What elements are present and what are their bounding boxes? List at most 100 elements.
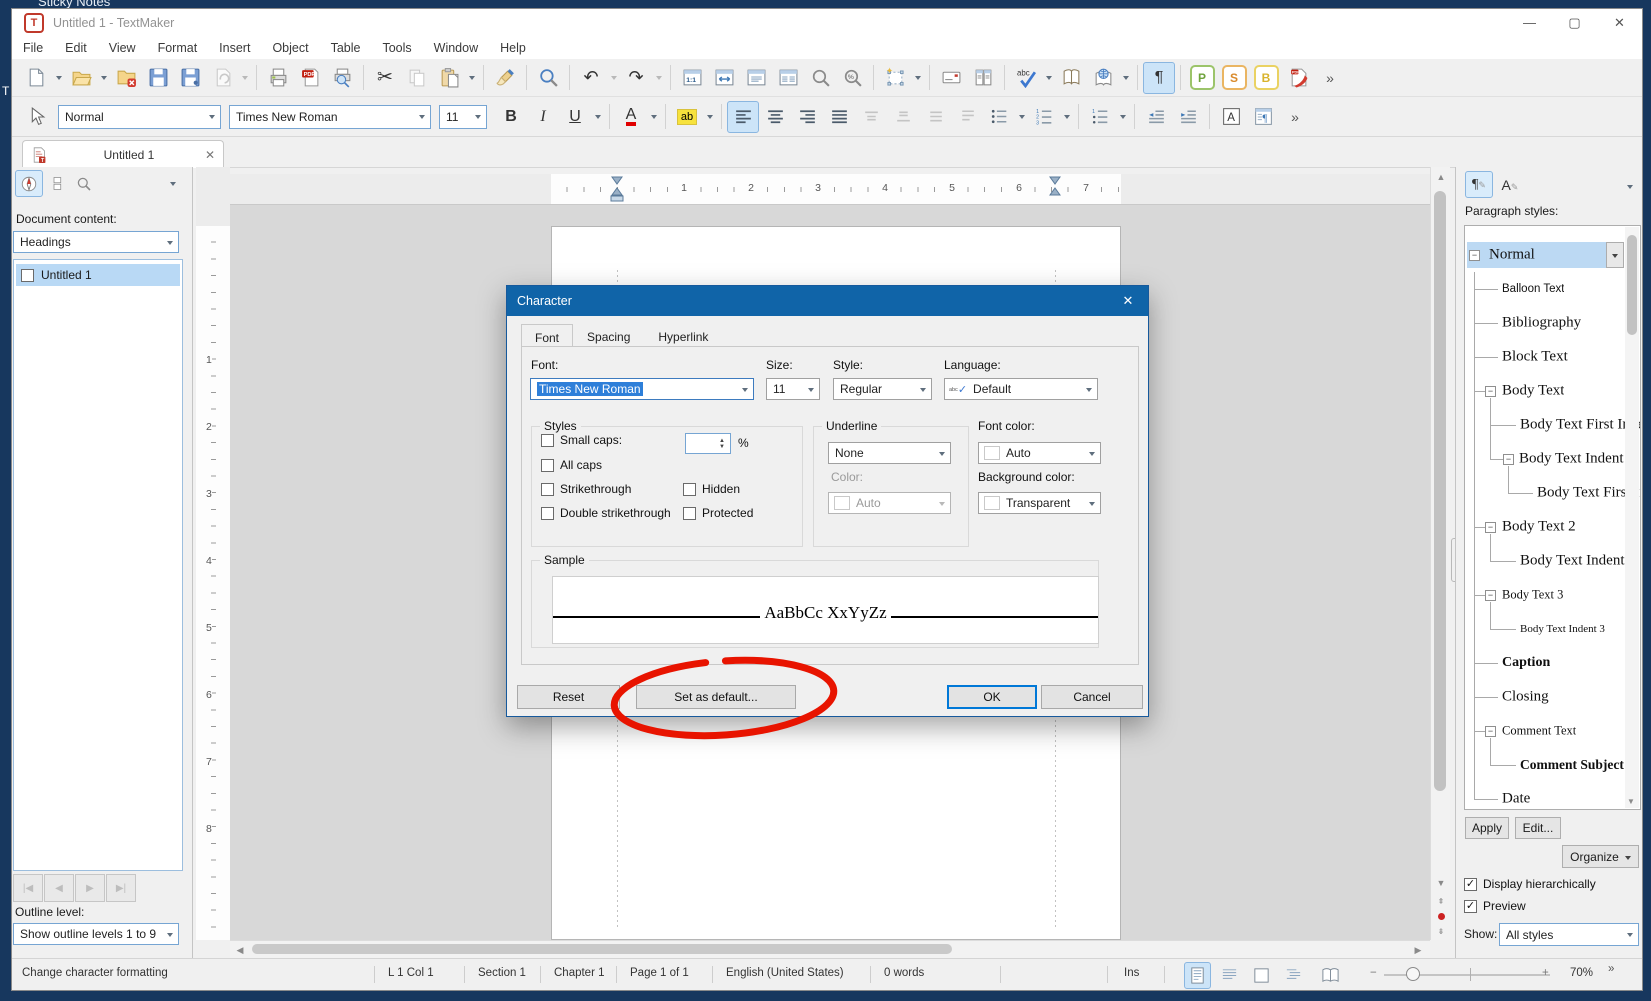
style-item[interactable]: Comment Text — [1502, 724, 1576, 739]
show-styles-combo[interactable]: All styles — [1499, 923, 1639, 946]
style-item[interactable]: Body Text Indent 3 — [1520, 623, 1605, 635]
menu-file[interactable]: File — [12, 41, 54, 55]
research-icon[interactable] — [1087, 62, 1119, 94]
hidden-row[interactable]: Hidden — [683, 482, 740, 496]
status-language[interactable]: English (United States) — [726, 967, 844, 979]
new-document-dropdown[interactable] — [52, 63, 65, 93]
style-item[interactable]: Body Text First Indent — [1520, 417, 1641, 434]
all-caps-checkbox[interactable] — [541, 459, 554, 472]
outline-list-icon[interactable]: 1 — [1084, 101, 1116, 133]
close-document-icon[interactable] — [110, 62, 142, 94]
status-page[interactable]: Page 1 of 1 — [630, 967, 689, 979]
research-dropdown[interactable] — [1119, 63, 1132, 93]
decrease-indent-icon[interactable] — [1140, 101, 1172, 133]
language-field[interactable]: ᵃᵇᶜ✓ Default — [944, 378, 1098, 400]
thesaurus-icon[interactable] — [1055, 62, 1087, 94]
multipage-view-icon[interactable] — [772, 62, 804, 94]
tree-scroll-thumb[interactable] — [1627, 235, 1637, 335]
protected-row[interactable]: Protected — [683, 506, 753, 520]
titlebar[interactable]: T Untitled 1 - TextMaker — ▢ ✕ — [12, 9, 1642, 36]
close-button[interactable]: ✕ — [1597, 9, 1642, 36]
ok-button[interactable]: OK — [947, 685, 1037, 709]
print-preview-icon[interactable] — [326, 62, 358, 94]
status-word-count[interactable]: 0 words — [884, 967, 924, 979]
style-item-normal[interactable]: Normal — [1489, 247, 1535, 264]
numbered-list-dropdown[interactable] — [1060, 102, 1073, 132]
style-item[interactable]: Body Text Indent — [1519, 451, 1624, 468]
formatting-marks-icon[interactable]: ¶ — [1143, 62, 1175, 94]
format-paintbrush-icon[interactable] — [489, 62, 521, 94]
statusbar-overflow-icon[interactable]: » — [1608, 963, 1614, 975]
menu-view[interactable]: View — [98, 41, 147, 55]
previous-heading-button[interactable]: ◀ — [44, 874, 74, 902]
menu-edit[interactable]: Edit — [54, 41, 98, 55]
outline-level-combo[interactable]: Show outline levels 1 to 9 — [13, 923, 179, 945]
expander-icon[interactable]: − — [1469, 250, 1480, 261]
menu-insert[interactable]: Insert — [208, 41, 261, 55]
proofing-p-icon[interactable]: P — [1186, 62, 1218, 94]
sidebar-search-icon[interactable] — [70, 170, 98, 197]
fullscreen-view-icon[interactable] — [1248, 962, 1275, 989]
open-document-dropdown[interactable] — [97, 63, 110, 93]
underline-dropdown[interactable] — [591, 102, 604, 132]
underline-style-field[interactable]: None — [828, 442, 951, 464]
size-field[interactable]: 11 — [766, 378, 820, 400]
hidden-checkbox[interactable] — [683, 483, 696, 496]
print-pdf-icon[interactable]: PDF — [294, 62, 326, 94]
menu-table[interactable]: Table — [320, 41, 372, 55]
highlight-icon[interactable]: ab — [671, 101, 703, 133]
display-hierarchically-checkbox[interactable]: ✓ — [1464, 878, 1477, 891]
redo-dropdown[interactable] — [652, 63, 665, 93]
bullet-list-icon[interactable] — [983, 101, 1015, 133]
previous-object-icon[interactable]: ⇞ — [1431, 893, 1451, 909]
set-as-default-button[interactable]: Set as default... — [636, 685, 796, 709]
character-dialog-icon[interactable]: A — [1215, 101, 1247, 133]
highlight-dropdown[interactable] — [703, 102, 716, 132]
small-caps-checkbox[interactable] — [541, 434, 554, 447]
content-list-item[interactable]: Untitled 1 — [16, 264, 180, 286]
scroll-right-icon[interactable]: ▶ — [1408, 944, 1428, 956]
zoom-out-icon[interactable]: − — [1370, 967, 1377, 979]
left-indent-marker[interactable] — [610, 176, 624, 202]
selected-style-dropdown[interactable] — [1606, 242, 1624, 268]
scroll-left-icon[interactable]: ◀ — [230, 944, 250, 956]
find-icon[interactable] — [532, 62, 564, 94]
style-item[interactable]: Balloon Text — [1502, 283, 1564, 295]
zoom-level-icon[interactable]: % — [836, 62, 868, 94]
last-heading-button[interactable]: ▶| — [106, 874, 136, 902]
font-color-field[interactable]: Auto — [978, 442, 1101, 464]
browse-object-icon[interactable] — [1431, 908, 1451, 924]
font-color-icon[interactable]: A — [615, 101, 647, 133]
sidebar-panel-dropdown[interactable] — [166, 168, 179, 198]
save-all-icon[interactable] — [174, 62, 206, 94]
proofing-s-icon[interactable]: S — [1218, 62, 1250, 94]
style-item[interactable]: Caption — [1502, 655, 1550, 671]
numbered-list-icon[interactable]: 123 — [1028, 101, 1060, 133]
next-object-icon[interactable]: ⇟ — [1431, 923, 1451, 939]
zoom-percentage[interactable]: 70% — [1570, 967, 1593, 979]
zoom-slider-thumb[interactable] — [1406, 967, 1420, 981]
font-name-combo[interactable]: Times New Roman — [229, 105, 431, 129]
outline-view-icon[interactable] — [1280, 962, 1307, 989]
mail-merge-icon[interactable] — [967, 62, 999, 94]
preview-checkbox[interactable]: ✓ — [1464, 900, 1477, 913]
display-hierarchically-row[interactable]: ✓Display hierarchically — [1464, 877, 1596, 891]
edit-button[interactable]: Edit... — [1515, 817, 1561, 839]
character-styles-tab-icon[interactable]: A✎ — [1496, 171, 1524, 198]
style-item[interactable]: Body Text 2 — [1502, 519, 1576, 536]
bullet-list-dropdown[interactable] — [1015, 102, 1028, 132]
status-cursor-position[interactable]: L 1 Col 1 — [388, 967, 434, 979]
font-name-field[interactable]: Times New Roman — [530, 378, 754, 400]
fit-width-icon[interactable] — [708, 62, 740, 94]
menu-window[interactable]: Window — [423, 41, 489, 55]
paragraph-styles-tab-icon[interactable]: ¶✎ — [1465, 171, 1493, 198]
style-item[interactable]: Body Text Indent 2 — [1520, 553, 1636, 570]
tab-close-icon[interactable]: ✕ — [205, 148, 215, 162]
sidebar-navigate-icon[interactable] — [15, 170, 43, 197]
tree-scroll-down-icon[interactable]: ▼ — [1627, 797, 1635, 806]
menu-format[interactable]: Format — [147, 41, 209, 55]
small-caps-percent-spinner[interactable]: ▲▼ — [685, 433, 731, 454]
small-caps-row[interactable]: Small caps: — [541, 433, 622, 447]
print-icon[interactable] — [262, 62, 294, 94]
hscroll-thumb[interactable] — [252, 944, 952, 954]
